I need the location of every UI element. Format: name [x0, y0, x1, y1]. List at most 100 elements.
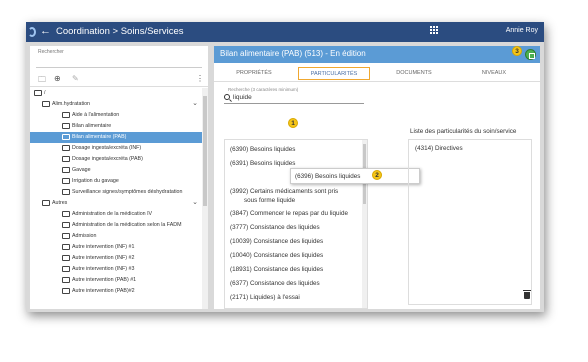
tree-item-label: Admission — [72, 233, 97, 239]
tree-item[interactable]: Autre intervention (PAB)#2 — [30, 286, 202, 297]
folder-icon — [62, 134, 70, 140]
tree-item-label: Aide à l'alimentation — [72, 112, 120, 118]
tree-item[interactable]: Alim.hydratation ⌄ — [30, 99, 202, 110]
apps-grid-icon[interactable] — [430, 26, 439, 35]
list-item[interactable]: (10040) Consistance des liquides — [230, 252, 323, 259]
user-name[interactable]: Annie Roy — [506, 27, 538, 34]
particularities-list[interactable]: (4314) Directives — [408, 139, 532, 305]
folder-icon — [62, 211, 70, 217]
save-button[interactable] — [525, 49, 536, 60]
tree-item-label: Irrigation du gavage — [72, 178, 119, 184]
tree-item-label: Administration de la médication selon la… — [72, 222, 182, 228]
particularities-label: Liste des particularités du soin/service — [410, 128, 517, 135]
tree-item[interactable]: Irrigation du gavage — [30, 176, 202, 187]
tree-toolbar: 🗀 ⊕ ✎ ⋮ — [36, 73, 204, 85]
more-options-icon[interactable]: ⋮ — [196, 74, 204, 83]
tree-item[interactable]: Autre intervention (INF) #3 — [30, 264, 202, 275]
tree-item-label: Gavage — [72, 167, 91, 173]
folder-icon — [62, 123, 70, 129]
back-arrow-icon[interactable]: ← — [40, 25, 51, 37]
detail-panel: Bilan alimentaire (PAB) (513) - En éditi… — [214, 46, 540, 309]
search-label: Rechercher — [38, 49, 64, 55]
folder-icon — [62, 112, 70, 118]
search-value: liquide — [233, 94, 252, 101]
folder-icon — [42, 200, 50, 206]
folder-icon — [62, 189, 70, 195]
folder-icon — [62, 288, 70, 294]
app-logo-icon — [28, 27, 36, 37]
tree-item-label: Autre intervention (INF) #1 — [72, 244, 135, 250]
folder-icon — [62, 244, 70, 250]
list-item[interactable]: (6391) Besoins liquides — [230, 160, 295, 167]
dragged-item[interactable]: (6396) Besoins liquides — [290, 168, 420, 184]
tree-item[interactable]: Autre intervention (INF) #2 — [30, 253, 202, 264]
add-icon[interactable]: ⊕ — [54, 74, 61, 83]
tab-documents[interactable]: DOCUMENTS — [384, 67, 444, 80]
tree-search-input[interactable] — [36, 57, 202, 68]
folder-icon — [34, 90, 42, 96]
folder-icon — [42, 101, 50, 107]
folder-icon — [62, 222, 70, 228]
list-item[interactable]: (4314) Directives — [415, 145, 463, 152]
tree-item[interactable]: Administration de la médication selon la… — [30, 220, 202, 231]
tree-item[interactable]: Aide à l'alimentation — [30, 110, 202, 121]
list-item[interactable]: (3847) Commencer le repas par du liquide — [230, 210, 348, 217]
tree-item[interactable]: Admission — [30, 231, 202, 242]
chevron-down-icon[interactable]: ⌄ — [192, 99, 198, 107]
divider — [30, 86, 208, 87]
tree-item[interactable]: Surveillance signes/symptômes déshydrata… — [30, 187, 202, 198]
tree-item-selected[interactable]: Bilan alimentaire (PAB) — [30, 132, 202, 143]
tree-item-label: Bilan alimentaire — [72, 123, 112, 129]
folder-icon — [62, 233, 70, 239]
tree-item-label: / — [44, 90, 46, 96]
list-item[interactable]: (10039) Consistance des liquides — [230, 238, 323, 245]
particularity-search-input[interactable]: liquide — [224, 93, 364, 104]
search-icon — [224, 94, 230, 100]
top-bar: ← Coordination > Soins/Services Annie Ro… — [26, 22, 544, 42]
tree-item-label: Autre intervention (INF) #2 — [72, 255, 135, 261]
list-item[interactable]: (6390) Besoins liquides — [230, 146, 295, 153]
list-item[interactable]: (6377) Consistance des liquides — [230, 280, 320, 287]
results-scrollbar[interactable] — [362, 140, 367, 308]
search-hint: Recherche (3 caractères minimum) — [228, 87, 299, 92]
list-item[interactable]: (2171) Liquides) à l'essai — [230, 294, 300, 301]
tree-item[interactable]: Autres ⌄ — [30, 198, 202, 209]
trash-icon[interactable] — [523, 290, 531, 299]
chevron-down-icon[interactable]: ⌄ — [192, 198, 198, 206]
tree-panel: Rechercher 🗀 ⊕ ✎ ⋮ / Alim.hydratation ⌄ … — [30, 46, 208, 309]
tree-item[interactable]: Bilan alimentaire — [30, 121, 202, 132]
folder-icon — [62, 277, 70, 283]
tree-item-label: Autres — [52, 200, 68, 206]
tab-niveaux[interactable]: NIVEAUX — [464, 67, 524, 80]
list-item[interactable]: (3992) Certains médicaments sont pris — [230, 188, 338, 195]
folder-icon — [62, 167, 70, 173]
folder-icon — [62, 145, 70, 151]
tree-item-label: Autre intervention (PAB)#2 — [72, 288, 135, 294]
tree-scrollbar[interactable] — [202, 88, 208, 309]
tab-bar: PROPRIÉTÉS PARTICULARITÉS DOCUMENTS NIVE… — [214, 64, 540, 82]
tree-root[interactable]: / — [30, 88, 202, 99]
tab-proprietes[interactable]: PROPRIÉTÉS — [224, 67, 284, 80]
tree-item-label: Bilan alimentaire (PAB) — [72, 134, 127, 140]
list-item-continued[interactable]: sous forme liquide — [244, 197, 295, 204]
breadcrumb: Coordination > Soins/Services — [56, 26, 184, 37]
list-item[interactable]: (3777) Consistance des liquides — [230, 224, 320, 231]
folder-icon — [62, 178, 70, 184]
tree-item-label: Autre intervention (PAB) #1 — [72, 277, 137, 283]
results-list: (6390) Besoins liquides (6391) Besoins l… — [224, 139, 368, 309]
step-badge-2: 2 — [372, 170, 382, 180]
tab-particularites[interactable]: PARTICULARITÉS — [298, 67, 370, 80]
tree-item-label: Autre intervention (INF) #3 — [72, 266, 135, 272]
app-window: ← Coordination > Soins/Services Annie Ro… — [26, 22, 544, 312]
tree-item[interactable]: Gavage — [30, 165, 202, 176]
tree-item[interactable]: Autre intervention (PAB) #1 — [30, 275, 202, 286]
panel-title: Bilan alimentaire (PAB) (513) - En éditi… — [214, 46, 540, 63]
tree-item[interactable]: Dosage ingesta/excréta (INF) — [30, 143, 202, 154]
tree-item[interactable]: Autre intervention (INF) #1 — [30, 242, 202, 253]
edit-icon[interactable]: ✎ — [72, 74, 79, 83]
scrollbar-thumb[interactable] — [203, 96, 207, 206]
tree-item[interactable]: Administration de la médication IV — [30, 209, 202, 220]
tree-item-label: Administration de la médication IV — [72, 211, 153, 217]
tree-item[interactable]: Dosage ingesta/excréta (PAB) — [30, 154, 202, 165]
list-item[interactable]: (18931) Consistance des liquides — [230, 266, 323, 273]
